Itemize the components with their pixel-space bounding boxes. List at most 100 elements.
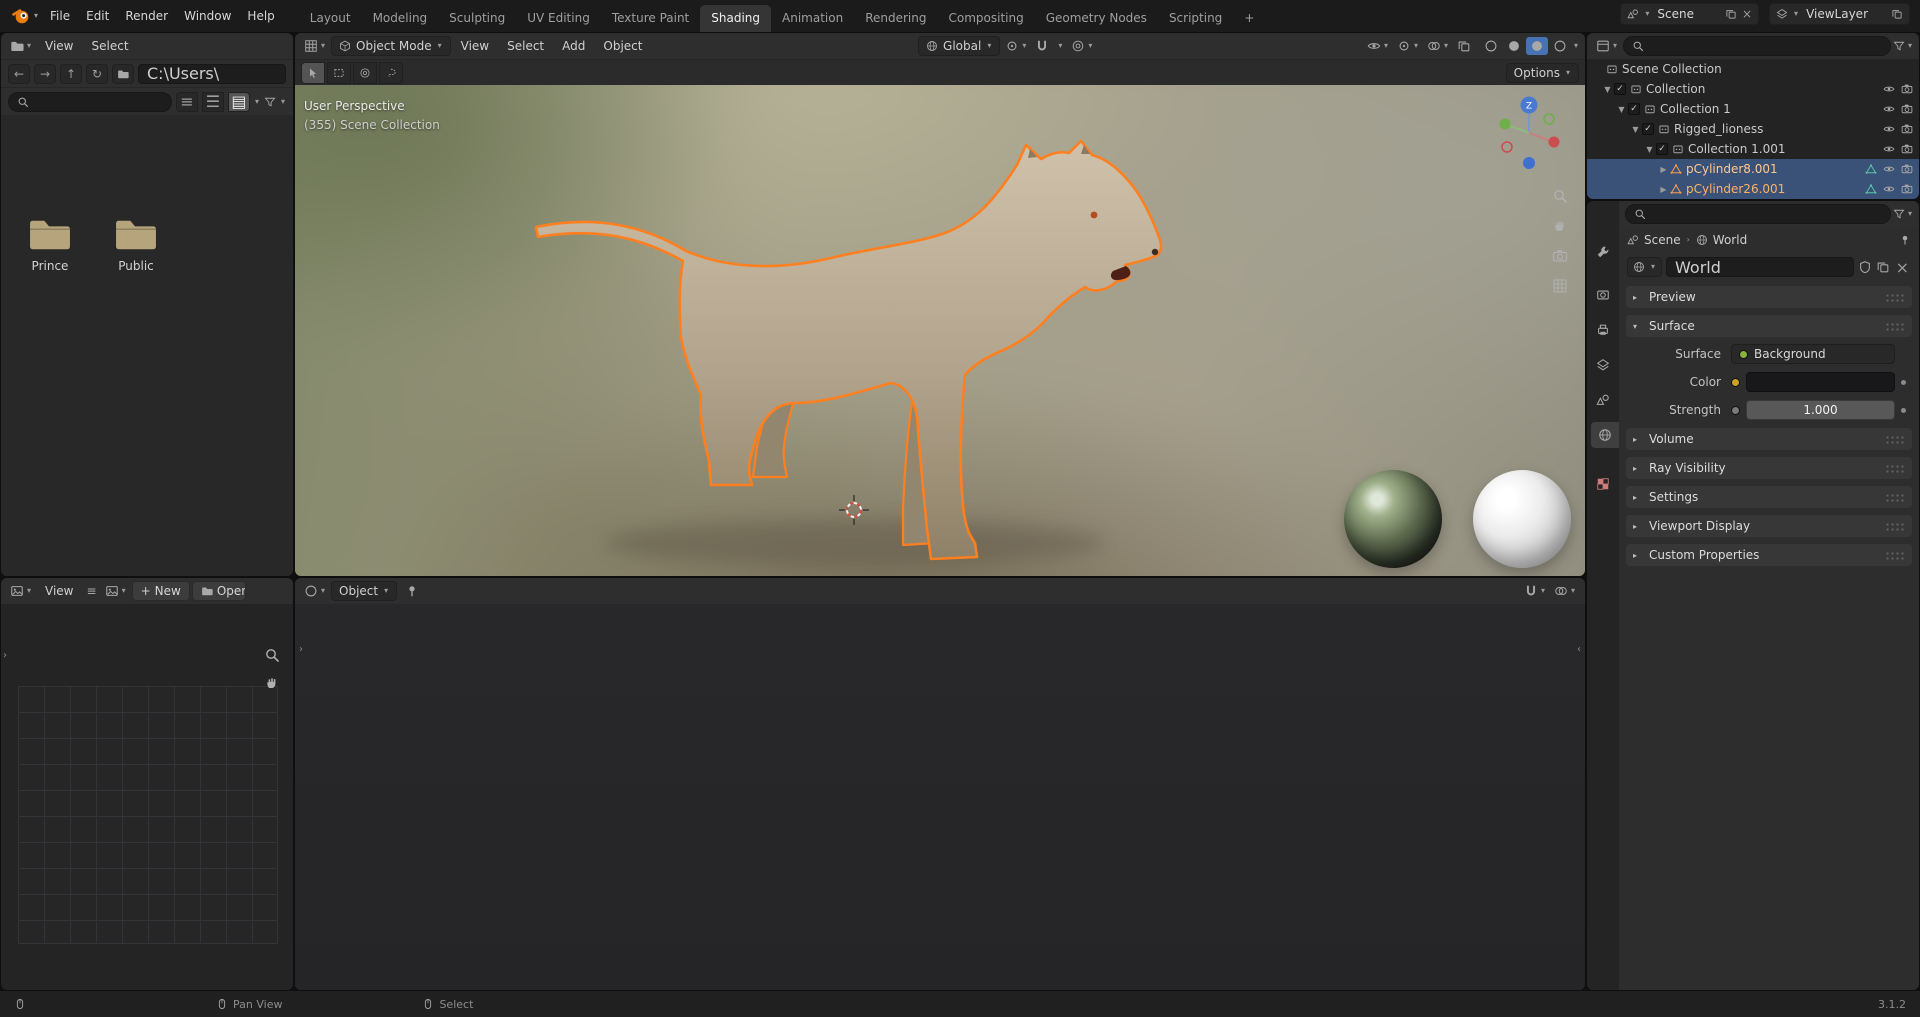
menu-add[interactable]: Add (554, 36, 593, 56)
outliner-row-scene-collection[interactable]: Scene Collection (1587, 59, 1919, 79)
panel-viewport-display[interactable]: ▸ Viewport Display (1626, 515, 1912, 537)
shading-wireframe-button[interactable] (1480, 37, 1502, 55)
camera-view-button[interactable] (1549, 245, 1571, 267)
strength-socket-icon[interactable] (1731, 405, 1740, 415)
eye-icon[interactable] (1883, 123, 1895, 135)
filter-icon[interactable] (1893, 40, 1905, 52)
menu-window[interactable]: Window (176, 6, 239, 26)
collection-checkbox[interactable]: ✓ (1614, 83, 1626, 95)
eye-icon[interactable] (1883, 103, 1895, 115)
eye-icon[interactable] (1883, 183, 1895, 195)
world-name-field[interactable]: World (1666, 257, 1854, 277)
image-datablock-selector[interactable]: ▾ (102, 582, 130, 600)
region-toggle-icon[interactable]: › (3, 650, 7, 661)
pin-icon[interactable] (1899, 234, 1911, 246)
outliner-row-collection-1-001[interactable]: ▼ ✓ Collection 1.001 (1587, 139, 1919, 159)
transform-orientation-selector[interactable]: Global ▾ (918, 36, 1001, 56)
workspace-tab-modeling[interactable]: Modeling (362, 5, 439, 32)
tab-view-layer[interactable] (1589, 352, 1617, 378)
region-toggle-icon[interactable]: › (299, 644, 303, 655)
workspace-tab-compositing[interactable]: Compositing (937, 5, 1034, 32)
editor-type-button[interactable]: ▾ (301, 37, 329, 55)
scene-selector[interactable]: ▾ Scene × (1620, 3, 1760, 25)
panel-grip-icon[interactable] (1885, 292, 1905, 302)
new-datablock-icon[interactable] (1876, 260, 1890, 274)
panel-settings[interactable]: ▸ Settings (1626, 486, 1912, 508)
expander-icon[interactable]: ▼ (1629, 125, 1642, 134)
zoom-button[interactable] (261, 644, 283, 666)
camera-icon[interactable] (1901, 123, 1913, 135)
forward-button[interactable]: → (34, 63, 56, 84)
object-type-visibility-button[interactable]: ▾ (1364, 37, 1392, 55)
tab-texture[interactable] (1589, 471, 1617, 497)
eye-icon[interactable] (1883, 83, 1895, 95)
tab-tool[interactable] (1589, 239, 1617, 265)
panel-grip-icon[interactable] (1885, 492, 1905, 502)
display-mode-details-button[interactable]: ☰ (201, 91, 224, 112)
unlink-scene-icon[interactable]: × (1742, 7, 1752, 21)
panel-grip-icon[interactable] (1885, 521, 1905, 531)
view-layer-selector[interactable]: ▾ ViewLayer (1769, 3, 1910, 25)
outliner-row-pcylinder8[interactable]: ▶ pCylinder8.001 (1587, 159, 1919, 179)
expander-icon[interactable]: ▶ (1657, 185, 1670, 194)
options-dropdown[interactable]: Options ▾ (1505, 62, 1579, 83)
mode-selector[interactable]: Object Mode ▾ (331, 36, 451, 56)
expander-icon[interactable]: ▼ (1601, 85, 1614, 94)
tab-render[interactable] (1589, 282, 1617, 308)
outliner-row-pcylinder26[interactable]: ▶ pCylinder26.001 (1587, 179, 1919, 199)
create-directory-button[interactable] (112, 63, 134, 84)
workspace-tab-sculpting[interactable]: Sculpting (438, 5, 516, 32)
expander-icon[interactable]: ▼ (1615, 105, 1628, 114)
outliner-row-collection[interactable]: ▼ ✓ Collection (1587, 79, 1919, 99)
add-workspace-button[interactable]: + (1233, 5, 1265, 32)
back-button[interactable]: ← (8, 63, 30, 84)
proportional-editing-toggle[interactable]: ▾ (1068, 37, 1096, 55)
breadcrumb-world[interactable]: World (1713, 233, 1747, 247)
overlays-toggle[interactable]: ▾ (1424, 37, 1452, 55)
panel-surface[interactable]: ▾ Surface (1626, 315, 1912, 337)
camera-icon[interactable] (1901, 83, 1913, 95)
menu-view[interactable]: View (453, 36, 497, 56)
node-overlays-toggle[interactable]: ▾ (1551, 582, 1579, 600)
folder-item-prince[interactable]: Prince (11, 215, 89, 273)
new-image-button[interactable]: + New (131, 581, 190, 601)
editor-type-button[interactable]: ▾ (7, 582, 35, 600)
chevron-down-icon[interactable]: ▾ (1907, 42, 1913, 50)
new-scene-icon[interactable] (1725, 8, 1737, 20)
tool-tweak-button[interactable] (301, 61, 325, 84)
gizmo-z-neg-axis[interactable] (1523, 157, 1535, 169)
blender-menu-button[interactable]: ▾ (8, 4, 42, 28)
expander-icon[interactable]: ▼ (1643, 145, 1656, 154)
panel-grip-icon[interactable] (1885, 434, 1905, 444)
shader-type-selector[interactable]: Object ▾ (331, 581, 398, 601)
image-menu-button[interactable]: ≡ (84, 582, 100, 600)
menu-view[interactable]: View (37, 581, 81, 601)
node-snap-toggle[interactable]: ▾ (1521, 582, 1549, 600)
gizmo-x-neg-axis[interactable] (1501, 141, 1513, 153)
color-swatch[interactable] (1746, 372, 1895, 392)
outliner-row-rigged-lioness[interactable]: ▼ ✓ Rigged_lioness (1587, 119, 1919, 139)
workspace-tab-shading[interactable]: Shading (700, 5, 772, 32)
tab-world[interactable] (1591, 422, 1619, 448)
parent-directory-button[interactable]: ↑ (60, 63, 82, 84)
workspace-tab-animation[interactable]: Animation (771, 5, 854, 32)
shading-rendered-button[interactable] (1549, 37, 1571, 55)
eye-icon[interactable] (1883, 163, 1895, 175)
file-search-input[interactable] (8, 91, 172, 112)
outliner-row-collection-1[interactable]: ▼ ✓ Collection 1 (1587, 99, 1919, 119)
breadcrumb-scene[interactable]: Scene (1644, 233, 1681, 247)
camera-icon[interactable] (1901, 103, 1913, 115)
snap-settings[interactable]: ▾ (1054, 40, 1066, 52)
outliner-search-input[interactable] (1623, 36, 1891, 56)
editor-type-button[interactable]: ▾ (301, 582, 329, 600)
tab-output[interactable] (1589, 317, 1617, 343)
collection-checkbox[interactable]: ✓ (1628, 103, 1640, 115)
editor-type-button[interactable]: ▾ (7, 37, 35, 55)
properties-search-input[interactable] (1625, 204, 1891, 224)
menu-object[interactable]: Object (595, 36, 650, 56)
shading-material-preview-button[interactable] (1525, 37, 1548, 55)
workspace-tab-layout[interactable]: Layout (299, 5, 362, 32)
menu-edit[interactable]: Edit (78, 6, 117, 26)
animate-decorator[interactable] (1895, 379, 1911, 385)
world-browse-button[interactable]: ▾ (1627, 257, 1663, 277)
